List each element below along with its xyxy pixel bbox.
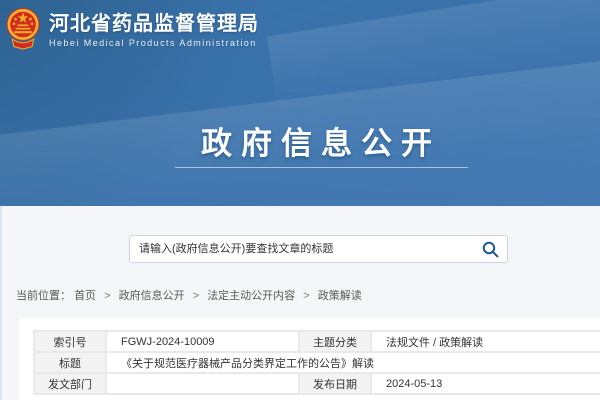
table-row: 标题 《关于规范医疗器械产品分类界定工作的公告》解读 [34, 352, 600, 373]
field-label-index-number: 索引号 [34, 331, 106, 352]
breadcrumb-link-statutory-content[interactable]: 法定主动公开内容 [207, 290, 295, 302]
breadcrumb-link-policy-interpretation[interactable]: 政策解读 [318, 290, 362, 302]
page: 河北省药品监督管理局 Hebei Medical Products Admini… [0, 0, 600, 400]
header-home-link[interactable]: 河北省药品监督管理局 Hebei Medical Products Admini… [6, 7, 259, 54]
table-row: 发文部门 发布日期 2024-05-13 [34, 373, 600, 394]
org-name-block: 河北省药品监督管理局 Hebei Medical Products Admini… [49, 13, 259, 48]
field-label-publish-date: 发布日期 [299, 373, 371, 394]
search-icon [482, 241, 499, 258]
header-banner: 河北省药品监督管理局 Hebei Medical Products Admini… [0, 0, 600, 206]
breadcrumb-separator: > [104, 290, 110, 302]
page-edge-strip [0, 206, 2, 400]
national-emblem-icon [6, 7, 40, 54]
org-name-en: Hebei Medical Products Administration [49, 38, 259, 48]
field-label-issuing-department: 发文部门 [34, 373, 106, 394]
breadcrumb-separator: > [303, 290, 309, 302]
breadcrumb-link-info-disclosure[interactable]: 政府信息公开 [119, 290, 185, 302]
field-label-title: 标题 [34, 352, 106, 373]
breadcrumb-link-home[interactable]: 首页 [74, 290, 96, 302]
field-value-index-number: FGWJ-2024-10009 [106, 331, 299, 352]
breadcrumb: 当前位置： 首页 > 政府信息公开 > 法定主动公开内容 > 政策解读 [16, 287, 362, 303]
field-value-publish-date: 2024-05-13 [371, 373, 600, 394]
page-banner-title: 政府信息公开 [0, 118, 600, 163]
document-info-table: 索引号 FGWJ-2024-10009 主题分类 法规文件 / 政策解读 标题 … [33, 330, 600, 395]
org-name: 河北省药品监督管理局 [49, 13, 259, 35]
field-value-issuing-department [106, 373, 299, 394]
breadcrumb-separator: > [193, 290, 199, 302]
search-input[interactable] [130, 236, 479, 262]
table-row: 索引号 FGWJ-2024-10009 主题分类 法规文件 / 政策解读 [34, 331, 600, 352]
search-box [129, 235, 508, 263]
banner-underline [175, 167, 468, 168]
field-label-topic-category: 主题分类 [299, 331, 371, 352]
breadcrumb-label: 当前位置： [16, 290, 71, 302]
search-button[interactable] [482, 241, 499, 258]
field-value-topic-category: 法规文件 / 政策解读 [371, 331, 600, 352]
field-value-title: 《关于规范医疗器械产品分类界定工作的公告》解读 [106, 352, 600, 373]
